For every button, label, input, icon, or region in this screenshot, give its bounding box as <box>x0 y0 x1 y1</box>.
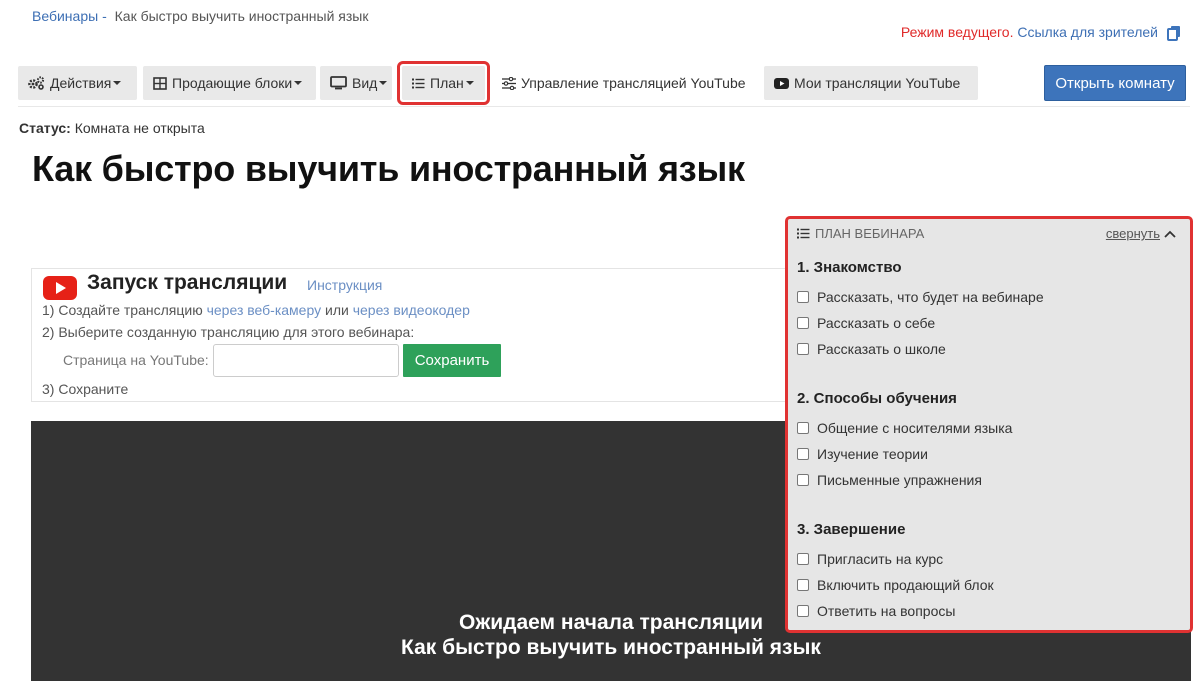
breadcrumb-separator: - <box>102 8 107 24</box>
plan-item[interactable]: Рассказать, что будет на вебинаре <box>797 289 1044 305</box>
plan-item-checkbox[interactable] <box>797 317 809 329</box>
plan-section-title: 3. Завершение <box>797 521 906 538</box>
step-2: 2) Выберите созданную трансляцию для это… <box>42 324 415 340</box>
list-icon <box>797 228 810 239</box>
plan-item-checkbox[interactable] <box>797 343 809 355</box>
gears-icon <box>28 76 45 90</box>
selling-blocks-label: Продающие блоки <box>172 75 293 91</box>
my-streams-label: Мои трансляции YouTube <box>794 75 961 91</box>
plan-item[interactable]: Письменные упражнения <box>797 472 982 488</box>
plan-item-label: Письменные упражнения <box>817 472 982 488</box>
host-mode-label: Режим ведущего. <box>900 24 1014 40</box>
plan-button-highlight <box>397 61 490 105</box>
plan-section-title: 2. Способы обучения <box>797 390 957 407</box>
breadcrumb-webinars-link[interactable]: Вебинары <box>32 8 98 24</box>
plan-item-checkbox[interactable] <box>797 291 809 303</box>
youtube-page-input[interactable] <box>213 344 399 377</box>
plan-section-title: 1. Знакомство <box>797 259 902 276</box>
chevron-up-icon <box>1164 230 1176 238</box>
plan-item[interactable]: Общение с носителями языка <box>797 420 1012 436</box>
plan-item[interactable]: Включить продающий блок <box>797 577 994 593</box>
plan-item-checkbox[interactable] <box>797 579 809 591</box>
plan-item-checkbox[interactable] <box>797 422 809 434</box>
broadcast-setup-panel: Запуск трансляции Инструкция 1) Создайте… <box>31 268 791 402</box>
plan-item-checkbox[interactable] <box>797 474 809 486</box>
plan-item[interactable]: Рассказать о себе <box>797 315 935 331</box>
plan-item-checkbox[interactable] <box>797 605 809 617</box>
plan-item-checkbox[interactable] <box>797 448 809 460</box>
player-webinar-title: Как быстро выучить иностранный язык <box>401 636 821 659</box>
copy-icon[interactable] <box>1166 25 1182 41</box>
plan-item-label: Пригласить на курс <box>817 551 944 567</box>
save-button[interactable]: Сохранить <box>403 344 501 377</box>
collapse-label: свернуть <box>1105 226 1160 241</box>
plan-item-label: Рассказать, что будет на вебинаре <box>817 289 1044 305</box>
mode-links: Режим ведущего. Ссылка для зрителей <box>901 24 1158 40</box>
youtube-page-label: Страница на YouTube: <box>63 352 209 368</box>
sliders-icon <box>502 76 516 90</box>
status-value: Комната не открыта <box>74 120 205 136</box>
encoder-link[interactable]: через видеокодер <box>353 302 470 318</box>
instruction-link[interactable]: Инструкция <box>307 277 382 293</box>
plan-item[interactable]: Пригласить на курс <box>797 551 943 567</box>
open-room-button[interactable]: Открыть комнату <box>1044 65 1186 101</box>
broadcast-title: Запуск трансляции <box>87 271 288 294</box>
plan-item[interactable]: Рассказать о школе <box>797 341 946 357</box>
divider <box>18 106 1190 107</box>
breadcrumb: Вебинары - Как быстро выучить иностранны… <box>32 8 369 24</box>
chevron-down-icon <box>294 81 303 85</box>
grid-icon <box>153 76 167 90</box>
monitor-icon <box>330 76 347 90</box>
webcam-link[interactable]: через веб-камеру <box>207 302 322 318</box>
step-1-or: или <box>325 302 349 318</box>
plan-item-label: Ответить на вопросы <box>817 603 956 619</box>
selling-blocks-button[interactable]: Продающие блоки <box>143 66 316 100</box>
plan-item-label: Изучение теории <box>817 446 928 462</box>
actions-label: Действия <box>50 75 112 91</box>
actions-button[interactable]: Действия <box>18 66 137 100</box>
plan-item-label: Рассказать о себе <box>817 315 936 331</box>
plan-item-label: Включить продающий блок <box>817 577 994 593</box>
view-label: Вид <box>352 75 378 91</box>
step-1: 1) Создайте трансляцию через веб-камеру … <box>42 302 470 318</box>
viewer-link[interactable]: Ссылка для зрителей <box>1017 24 1158 40</box>
plan-header: ПЛАН ВЕБИНАРА <box>797 226 924 241</box>
view-button[interactable]: Вид <box>320 66 392 100</box>
chevron-down-icon <box>379 81 388 85</box>
plan-item-label: Общение с носителями языка <box>817 420 1013 436</box>
plan-heading: ПЛАН ВЕБИНАРА <box>815 226 925 241</box>
plan-item-label: Рассказать о школе <box>817 341 946 357</box>
youtube-logo-icon <box>43 276 77 300</box>
webinar-plan-panel: ПЛАН ВЕБИНАРА свернуть 1. Знакомство Рас… <box>785 216 1193 633</box>
my-streams-button[interactable]: Мои трансляции YouTube <box>764 66 978 100</box>
collapse-plan-link[interactable]: свернуть <box>1106 226 1176 241</box>
step-3: 3) Сохраните <box>42 381 129 397</box>
youtube-manage-button[interactable]: Управление трансляцией YouTube <box>492 66 758 100</box>
breadcrumb-current: Как быстро выучить иностранный язык <box>114 8 369 24</box>
toolbar: Действия Продающие блоки Вид План Управл… <box>18 61 1188 105</box>
youtube-manage-label: Управление трансляцией YouTube <box>521 75 746 91</box>
plan-item[interactable]: Изучение теории <box>797 446 928 462</box>
plan-item[interactable]: Ответить на вопросы <box>797 603 955 619</box>
youtube-icon <box>774 77 789 89</box>
page-title: Как быстро выучить иностранный язык <box>32 148 745 189</box>
plan-item-checkbox[interactable] <box>797 553 809 565</box>
chevron-down-icon <box>113 81 122 85</box>
status-label: Статус: <box>19 120 71 136</box>
step-1-text: 1) Создайте трансляцию <box>42 302 203 318</box>
room-status: Статус: Комната не открыта <box>19 120 205 136</box>
